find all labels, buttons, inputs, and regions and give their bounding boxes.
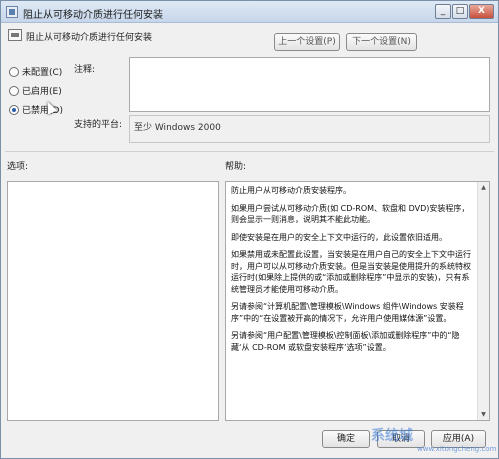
comment-textarea[interactable]	[129, 57, 490, 112]
title-bar[interactable]: 阻止从可移动介质进行任何安装 _ □ X	[1, 1, 498, 23]
options-label: 选项:	[7, 162, 29, 172]
setting-title: 阻止从可移动介质进行任何安装	[26, 33, 153, 43]
previous-setting-button[interactable]: 上一个设置(P)	[274, 33, 340, 51]
supported-on-field: 至少 Windows 2000	[129, 115, 490, 143]
group-policy-dialog: 阻止从可移动介质进行任何安装 _ □ X 阻止从可移动介质进行任何安装 上一个设…	[0, 0, 499, 459]
help-paragraph: 如果禁用或未配置此设置，当安装是在用户自己的安全上下文中运行时，用户可以从可移动…	[231, 250, 471, 294]
section-divider	[5, 151, 494, 152]
supported-on-label: 支持的平台:	[74, 120, 123, 130]
close-button[interactable]: X	[469, 4, 494, 19]
help-paragraph: 如果用户尝试从可移动介质(如 CD-ROM、软盘和 DVD)安装程序，则会显示一…	[231, 203, 470, 225]
options-pane	[7, 181, 219, 421]
help-paragraph: 另请参阅“计算机配置\管理模板\Windows 组件\Windows 安装程序”…	[231, 302, 464, 323]
policy-icon	[6, 6, 18, 18]
ok-button[interactable]: 确定	[322, 430, 370, 448]
help-paragraph: 另请参阅“用户配置\管理模板\控制面板\添加或删除程序”中的“隐藏‘从 CD-R…	[231, 331, 460, 352]
setting-icon	[8, 29, 22, 41]
help-pane[interactable]: 防止用户从可移动介质安装程序。 如果用户尝试从可移动介质(如 CD-ROM、软盘…	[225, 181, 490, 421]
comment-label: 注释:	[74, 65, 96, 75]
radio-not-configured[interactable]: 未配置(C)	[9, 65, 62, 78]
radio-label: 已禁用(D)	[22, 106, 63, 116]
scroll-down-icon[interactable]: ▼	[478, 409, 489, 420]
help-paragraph: 防止用户从可移动介质安装程序。	[231, 186, 351, 195]
maximize-button[interactable]: □	[452, 4, 468, 19]
minimize-button[interactable]: _	[435, 4, 451, 19]
help-scrollbar[interactable]: ▲ ▼	[477, 182, 489, 420]
radio-button-icon[interactable]	[9, 67, 19, 77]
watermark-url: www.xitongcheng.com	[417, 445, 497, 453]
window-title: 阻止从可移动介质进行任何安装	[23, 10, 163, 21]
radio-label: 未配置(C)	[22, 68, 63, 78]
next-setting-button[interactable]: 下一个设置(N)	[346, 33, 417, 51]
radio-button-checked-icon[interactable]	[9, 105, 19, 115]
help-paragraph: 即使安装是在用户的安全上下文中运行的，此设置依旧适用。	[231, 232, 447, 242]
radio-label: 已启用(E)	[22, 87, 62, 97]
radio-enabled[interactable]: 已启用(E)	[9, 84, 62, 97]
radio-button-icon[interactable]	[9, 86, 19, 96]
help-text: 防止用户从可移动介质安装程序。 如果用户尝试从可移动介质(如 CD-ROM、软盘…	[231, 185, 475, 359]
help-label: 帮助:	[225, 162, 247, 172]
watermark-logo: 系统城	[371, 428, 413, 444]
scroll-up-icon[interactable]: ▲	[478, 182, 489, 193]
supported-on-value: 至少 Windows 2000	[134, 123, 221, 133]
